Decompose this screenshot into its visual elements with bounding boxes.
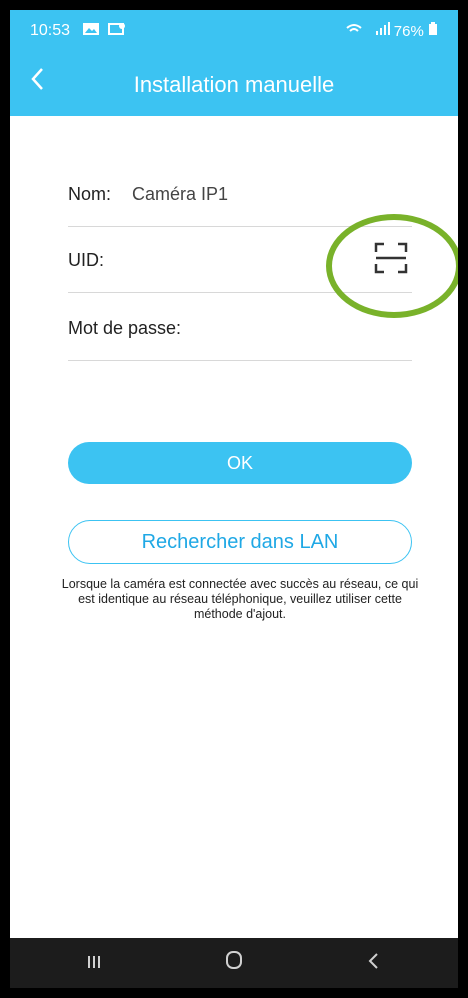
- search-lan-button[interactable]: Rechercher dans LAN: [68, 520, 412, 564]
- app-header: Installation manuelle: [10, 52, 458, 116]
- uid-label: UID:: [68, 250, 104, 270]
- app-screen: 10:53 76% Installation manuelle Nom: Cam…: [10, 10, 458, 988]
- image-notification-icon: [107, 23, 125, 35]
- status-bar: 10:53 76%: [10, 10, 458, 52]
- help-note: Lorsque la caméra est connectée avec suc…: [61, 577, 419, 621]
- recents-icon: [88, 956, 100, 968]
- back-icon: [368, 953, 378, 969]
- name-input[interactable]: Caméra IP1: [132, 184, 228, 205]
- signal-icons: [345, 22, 390, 35]
- ok-button[interactable]: OK: [68, 442, 412, 484]
- battery-percent: 76%: [393, 23, 424, 40]
- nav-recents-button[interactable]: [64, 938, 124, 988]
- status-right: 76%: [345, 22, 438, 40]
- system-nav-bar: [10, 938, 458, 988]
- highlight-circle: [326, 214, 458, 318]
- home-icon: [226, 951, 242, 969]
- name-label: Nom:: [68, 184, 112, 204]
- page-title: Installation manuelle: [133, 72, 335, 97]
- status-time: 10:53: [30, 22, 71, 39]
- notification-icons: [82, 22, 126, 39]
- nav-back-button[interactable]: [344, 938, 404, 988]
- gallery-notification-icon: [83, 23, 99, 35]
- password-label: Mot de passe:: [68, 318, 182, 338]
- battery-icon: [429, 22, 437, 35]
- nav-home-button[interactable]: [204, 938, 264, 988]
- name-field[interactable]: Nom: Caméra IP1: [68, 160, 412, 227]
